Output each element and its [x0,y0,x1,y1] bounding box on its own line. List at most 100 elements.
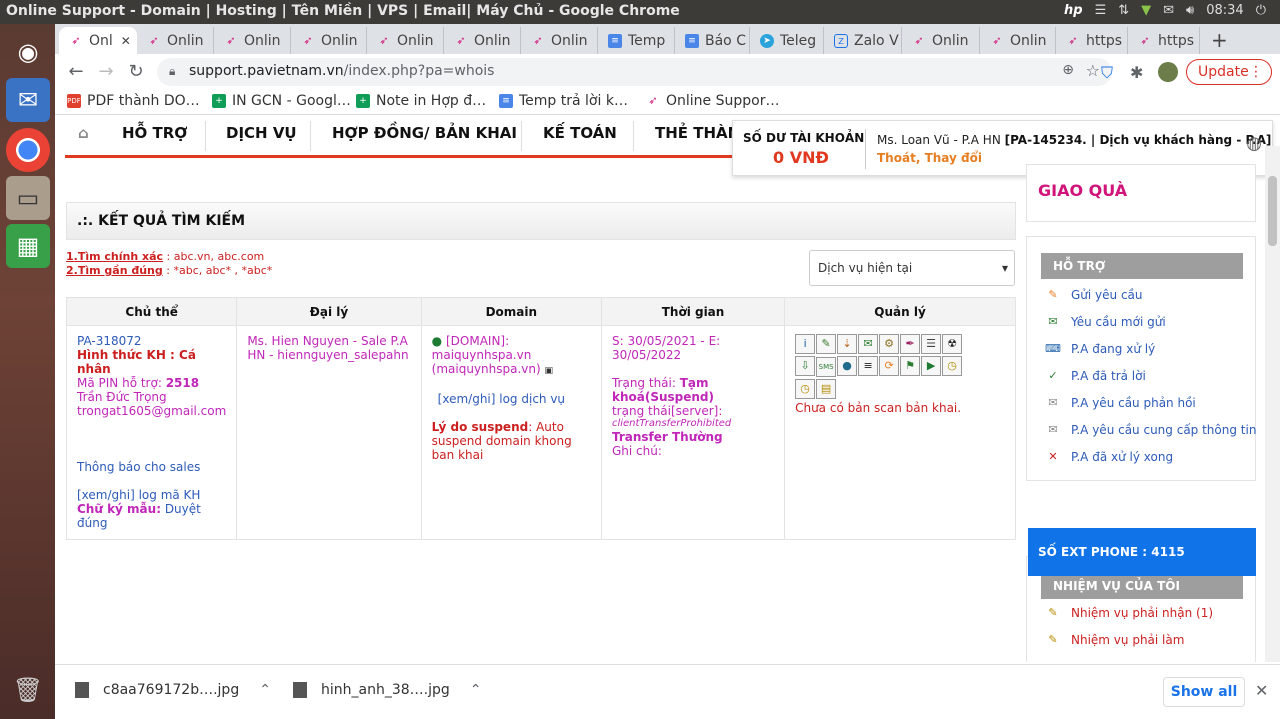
home-icon[interactable]: ⌂ [78,124,89,142]
sidebar-item-task[interactable]: ✎ Nhiệm vụ phải nhận (1) [1045,606,1213,620]
chrome-icon[interactable] [6,128,50,172]
nav-item-services[interactable]: DỊCH VỤ [226,124,297,142]
sidebar-item-support[interactable]: ✕ P.A đã xử lý xong [1045,450,1173,464]
close-icon[interactable]: ✕ [1255,681,1268,700]
notify-sales-link[interactable]: Thông báo cho sales [77,460,226,474]
clock[interactable]: 08:34 [1206,3,1243,18]
tab[interactable]: ➶ Onl ✕ [59,27,137,54]
nav-item-cards[interactable]: THẺ THÀN [655,124,740,142]
tab[interactable]: ≡ Temp [598,27,675,54]
domain-name[interactable]: maiquynhspa.vn [432,348,591,362]
bookmark-item[interactable]: + IN GCN - Googl… [212,93,351,109]
zoom-icon[interactable]: ⊕ [1062,62,1074,78]
update-button[interactable]: Update ⋮ [1186,59,1272,85]
sidebar-item-support[interactable]: ✉ P.A yêu cầu phản hồi [1045,396,1195,410]
new-tab-icon[interactable]: + [1211,28,1228,52]
nav-item-accounting[interactable]: KẾ TOÁN [543,124,617,142]
manage-action-icon[interactable]: ☢ [942,334,963,354]
sidebar-item-support[interactable]: ⌨ P.A đang xử lý [1045,342,1155,356]
tab[interactable]: ➶ Onlin [902,27,980,54]
download-item[interactable]: c8aa769172b….jpg ⌃ [75,682,271,698]
network-icon[interactable]: ⇅ [1118,3,1129,18]
manage-action-icon[interactable]: i [795,334,816,354]
chevron-up-icon[interactable]: ⌃ [470,682,482,698]
globe-icon[interactable]: ◍ [1246,133,1262,154]
tab[interactable]: ➶ Onlin [367,27,444,54]
tab[interactable]: ≡ Báo C [675,27,750,54]
chevron-up-icon[interactable]: ⌃ [259,682,271,698]
volume-icon[interactable]: 🔊︎ [1186,3,1194,18]
page-scrollbar[interactable] [1265,146,1280,662]
sidebar-item-support[interactable]: ✉ P.A yêu cầu cung cấp thông tin [1045,423,1256,437]
bookmark-item[interactable]: + Note in Hợp đ… [356,93,486,109]
domain-log-link[interactable]: [xem/ghi] log dịch vụ [432,392,591,406]
address-bar[interactable]: 🔒︎ support.pavietnam.vn/index.php?pa=who… [157,58,1112,86]
trash-icon[interactable]: 🗑︎ [6,668,50,712]
owner-log-link[interactable]: [xem/ghi] log mã KH [77,488,226,502]
sidebar-item-support[interactable]: ✎ Gửi yêu cầu [1045,288,1142,302]
owner-id[interactable]: PA-318072 [77,334,226,348]
manage-action-icon[interactable]: ◷ [795,379,816,399]
gift-link[interactable]: GIAO QUÀ [1038,181,1127,200]
tab[interactable]: ➶ Onlin [444,27,521,54]
domain-name-paren[interactable]: (maiquynhspa.vn) [432,362,541,376]
manage-action-icon[interactable]: ▤ [816,379,837,399]
tab[interactable]: ➤ Teleg [750,27,824,54]
manage-action-icon[interactable]: ⇣ [837,334,858,354]
manage-action-icon[interactable]: ⚑ [900,356,921,376]
back-icon[interactable]: ← [64,60,88,84]
manage-action-icon[interactable]: ⟳ [879,356,900,376]
scrollbar-thumb[interactable] [1268,176,1277,246]
sidebar-item-support[interactable]: ✓ P.A đã trả lời [1045,369,1145,383]
tab[interactable]: ➶ https [1128,27,1200,54]
extensions-puzzle-icon[interactable]: ✱ [1130,63,1143,82]
bookmark-item[interactable]: ≡ Temp trả lời k… [499,93,628,109]
url-text[interactable]: support.pavietnam.vn/index.php?pa=whois [189,63,494,79]
bookmark-star-icon[interactable]: ☆ [1086,61,1100,80]
manage-action-icon[interactable]: ● [837,356,858,376]
tab[interactable]: ➶ Onlin [214,27,291,54]
tab[interactable]: ➶ Onlin [521,27,598,54]
manage-action-icon[interactable]: ⇩ [795,356,816,376]
sidebar-item-task[interactable]: ✎ Nhiệm vụ phải làm [1045,633,1184,647]
manage-action-icon[interactable]: ✉ [858,334,879,354]
sidebar-item-support[interactable]: ✉ Yêu cầu mới gửi [1045,315,1165,329]
manage-action-icon[interactable]: ≡ [858,356,879,376]
logout-link[interactable]: Thoát [877,151,916,165]
update-tray-icon[interactable]: ▼ [1141,3,1151,18]
hint-fuzzy-link[interactable]: 2.Tìm gần đúng [66,264,163,277]
menu-icon[interactable]: ☰ [1095,3,1107,18]
files-icon[interactable]: ▭ [6,176,50,220]
manage-action-icon[interactable]: ☰ [921,334,942,354]
nav-item-contracts[interactable]: HỢP ĐỒNG/ BẢN KHAI [332,124,517,142]
ubuntu-icon[interactable]: ◉ [6,30,50,74]
email-app-icon[interactable]: ✉ [6,78,50,122]
forward-icon[interactable]: → [94,60,118,84]
bookmark-item[interactable]: ➶ Online Suppor… [646,93,779,109]
manage-action-icon[interactable]: ▶ [921,356,942,376]
manage-action-icon[interactable]: ✒ [900,334,921,354]
mail-icon[interactable]: ✉ [1163,3,1174,18]
manage-action-icon[interactable]: ✎ [816,334,837,354]
show-all-button[interactable]: Show all [1163,677,1245,707]
external-link-icon[interactable]: ▣ [545,366,554,376]
manage-action-icon[interactable]: SMS [816,357,837,377]
reload-icon[interactable]: ↻ [124,60,148,84]
tab[interactable]: Z Zalo V [824,27,902,54]
tab[interactable]: ➶ https [1056,27,1128,54]
download-item[interactable]: hinh_anh_38….jpg ⌃ [293,682,482,698]
manage-action-icon[interactable]: ◷ [942,356,963,376]
tab[interactable]: ➶ Onlin [980,27,1056,54]
lock-icon[interactable]: 🔒︎ [169,64,175,79]
manage-action-icon[interactable]: ⚙ [879,334,900,354]
hint-exact-link[interactable]: 1.Tìm chính xác [66,250,163,263]
tab-close-icon[interactable]: ✕ [121,34,131,48]
service-filter-select[interactable]: Dịch vụ hiện tại ▾ [809,250,1015,286]
power-icon[interactable]: ⏻ [1256,3,1266,18]
shield-extension-icon[interactable]: ⛉ [1101,63,1113,83]
profile-avatar[interactable] [1158,62,1178,82]
bookmark-item[interactable]: PDF PDF thành DO… [67,93,200,109]
hp-icon[interactable]: hp [1064,3,1083,18]
spreadsheet-icon[interactable]: ▦ [6,224,50,268]
tab[interactable]: ➶ Onlin [291,27,367,54]
